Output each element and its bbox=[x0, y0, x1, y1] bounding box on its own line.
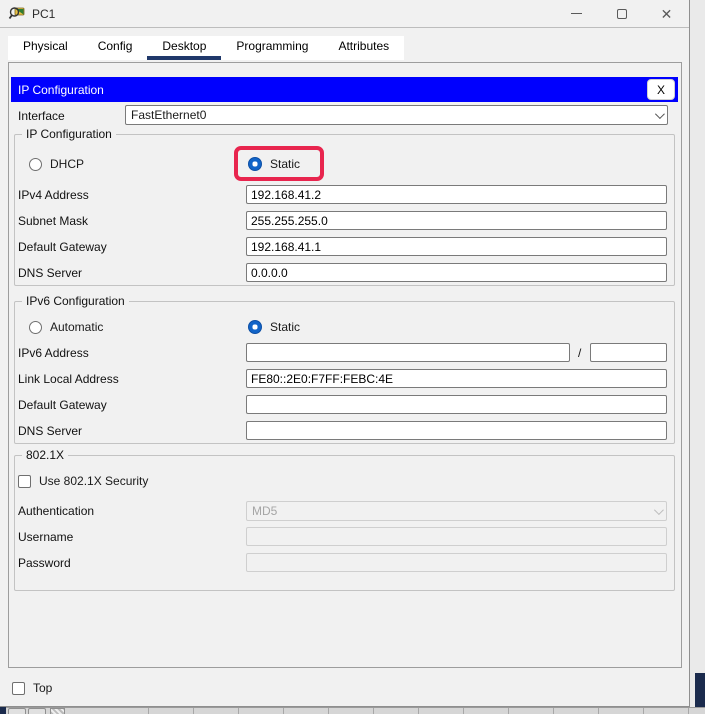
ipv6-configuration-legend: IPv6 Configuration bbox=[22, 294, 129, 308]
top-checkbox-label: Top bbox=[33, 681, 53, 695]
background-taskbar-button bbox=[28, 708, 46, 714]
ip-configuration-legend: IP Configuration bbox=[22, 127, 116, 141]
interface-label: Interface bbox=[18, 109, 65, 123]
dns-server-label: DNS Server bbox=[18, 266, 83, 280]
authentication-selected-value: MD5 bbox=[252, 504, 278, 518]
use-dot1x-security-label: Use 802.1X Security bbox=[39, 474, 149, 488]
title-bar: PC1 ✕ bbox=[0, 0, 689, 28]
close-icon: ✕ bbox=[660, 5, 673, 22]
ipv6-configuration-group: IPv6 Configuration Automatic Static IPv6… bbox=[14, 294, 675, 444]
inspect-magnifier-pc-icon bbox=[8, 6, 25, 19]
dialog-close-button[interactable]: X bbox=[647, 79, 675, 100]
subnet-mask-input[interactable] bbox=[246, 211, 667, 230]
background-navy-corner bbox=[0, 707, 6, 714]
tab-config[interactable]: Config bbox=[83, 36, 148, 60]
tab-physical[interactable]: Physical bbox=[8, 36, 83, 60]
minimize-button[interactable] bbox=[554, 0, 599, 27]
tab-bar: Physical Config Desktop Programming Attr… bbox=[8, 36, 405, 60]
authentication-select: MD5 bbox=[246, 501, 667, 521]
red-highlight-annotation bbox=[234, 146, 324, 181]
password-label: Password bbox=[18, 556, 71, 570]
background-taskbar-segments bbox=[148, 708, 705, 714]
ipv6-automatic-radio-option[interactable]: Automatic bbox=[29, 319, 103, 335]
tab-desktop[interactable]: Desktop bbox=[147, 36, 222, 60]
username-input bbox=[246, 527, 667, 546]
ipv6-dns-server-label: DNS Server bbox=[18, 424, 83, 438]
ipv6-prefix-input[interactable] bbox=[590, 343, 667, 362]
maximize-icon bbox=[616, 8, 627, 19]
password-input bbox=[246, 553, 667, 572]
ipv6-static-radio-option[interactable]: Static bbox=[248, 319, 300, 335]
top-checkbox[interactable]: Top bbox=[12, 680, 52, 696]
ipv6-prefix-separator: / bbox=[578, 346, 582, 360]
background-taskbar-button bbox=[8, 708, 26, 714]
background-navy-panel bbox=[695, 673, 705, 711]
ipv6-address-input[interactable] bbox=[246, 343, 570, 362]
background-taskbar-swatch bbox=[50, 708, 65, 714]
ipv4-address-label: IPv4 Address bbox=[18, 188, 89, 202]
ipv6-default-gateway-input[interactable] bbox=[246, 395, 667, 414]
radio-unchecked-icon bbox=[29, 157, 42, 171]
background-app-margin bbox=[691, 0, 705, 714]
window-controls: ✕ bbox=[554, 0, 689, 27]
window-title: PC1 bbox=[32, 6, 56, 21]
checkbox-unchecked-icon bbox=[12, 681, 25, 695]
subnet-mask-label: Subnet Mask bbox=[18, 214, 89, 228]
dns-server-input[interactable] bbox=[246, 263, 667, 282]
ip-configuration-dialog-header: IP Configuration X bbox=[11, 77, 678, 102]
link-local-address-input[interactable] bbox=[246, 369, 667, 388]
default-gateway-input[interactable] bbox=[246, 237, 667, 256]
ipv6-automatic-radio-label: Automatic bbox=[50, 320, 104, 334]
use-dot1x-security-checkbox[interactable]: Use 802.1X Security bbox=[18, 473, 148, 489]
tab-programming[interactable]: Programming bbox=[221, 36, 323, 60]
authentication-label: Authentication bbox=[18, 504, 95, 518]
default-gateway-label: Default Gateway bbox=[18, 240, 107, 254]
ipv6-static-radio-label: Static bbox=[270, 320, 301, 334]
minimize-icon bbox=[571, 13, 582, 14]
dhcp-radio-label: DHCP bbox=[50, 157, 85, 171]
dot1x-group: 802.1X Use 802.1X Security Authenticatio… bbox=[14, 448, 675, 591]
interface-select[interactable]: FastEthernet0 bbox=[125, 105, 668, 125]
radio-checked-icon bbox=[248, 320, 262, 334]
chevron-down-icon bbox=[653, 504, 664, 515]
ipv6-default-gateway-label: Default Gateway bbox=[18, 398, 107, 412]
ipv6-dns-server-input[interactable] bbox=[246, 421, 667, 440]
chevron-down-icon bbox=[654, 108, 665, 119]
close-button[interactable]: ✕ bbox=[644, 0, 689, 27]
ipv6-address-label: IPv6 Address bbox=[18, 346, 89, 360]
tab-attributes[interactable]: Attributes bbox=[323, 36, 404, 60]
dot1x-legend: 802.1X bbox=[22, 448, 69, 462]
ipv4-address-input[interactable] bbox=[246, 185, 667, 204]
dhcp-radio-option[interactable]: DHCP bbox=[29, 156, 84, 172]
radio-unchecked-icon bbox=[29, 320, 42, 334]
pc1-window: PC1 ✕ Physical Config Desktop Programmin… bbox=[0, 0, 690, 707]
checkbox-unchecked-icon bbox=[18, 474, 31, 488]
link-local-address-label: Link Local Address bbox=[18, 372, 119, 386]
ip-configuration-group: IP Configuration DHCP Static IPv4 Addres… bbox=[14, 127, 675, 286]
interface-selected-value: FastEthernet0 bbox=[131, 108, 207, 122]
username-label: Username bbox=[18, 530, 74, 544]
desktop-tab-content: IP Configuration X Interface FastEtherne… bbox=[8, 62, 682, 668]
dialog-title: IP Configuration bbox=[18, 82, 104, 97]
maximize-button[interactable] bbox=[599, 0, 644, 27]
